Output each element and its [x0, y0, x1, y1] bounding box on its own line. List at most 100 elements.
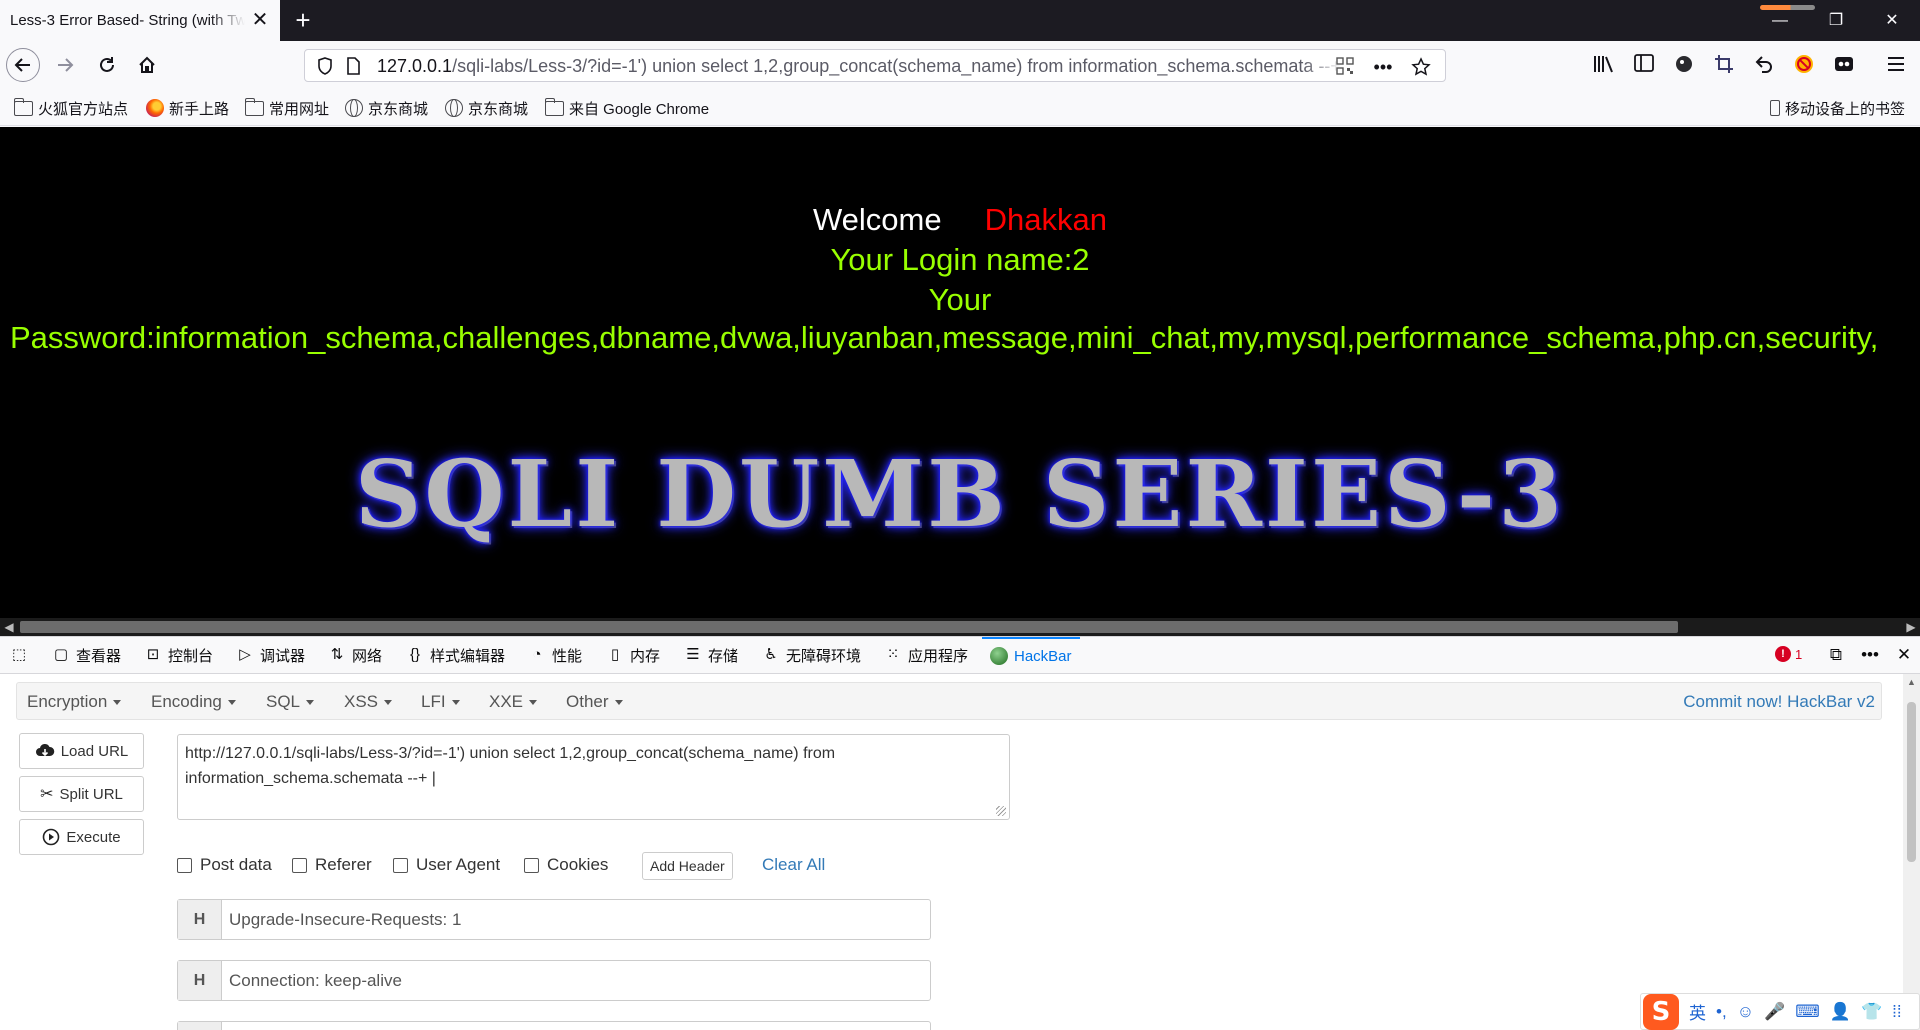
menu-other[interactable]: Other — [566, 692, 623, 712]
menu-xxe[interactable]: XXE — [489, 692, 538, 712]
sogou-logo-icon[interactable]: S — [1643, 993, 1679, 1030]
menu-sql[interactable]: SQL — [266, 692, 315, 712]
storage-icon: ☰ — [686, 646, 700, 663]
element-picker-icon[interactable]: ⬚ — [10, 646, 28, 664]
scrollbar-thumb[interactable] — [1907, 702, 1916, 862]
block-extension-icon[interactable] — [1792, 54, 1816, 78]
clear-all-link[interactable]: Clear All — [762, 855, 825, 875]
undo-icon[interactable] — [1752, 54, 1776, 78]
commit-link[interactable]: Commit now! HackBar v2 — [1683, 692, 1875, 712]
url-textarea[interactable]: http://127.0.0.1/sqli-labs/Less-3/?id=-1… — [177, 734, 1010, 820]
checkbox-box[interactable] — [292, 857, 307, 873]
menu-encryption[interactable]: Encryption — [27, 692, 122, 712]
page-info-icon[interactable] — [343, 57, 363, 77]
split-url-button[interactable]: ✂ Split URL — [19, 776, 144, 812]
skin-icon[interactable]: 👕 — [1861, 1002, 1882, 1022]
punctuation-icon[interactable]: •, — [1716, 1002, 1727, 1022]
load-url-button[interactable]: Load URL — [19, 733, 144, 769]
header-prefix: H — [178, 961, 222, 1000]
title-bar: Less-3 Error Based- String (with Twist) … — [0, 0, 1920, 41]
tab-memory[interactable]: ▯ 内存 — [606, 637, 660, 673]
tracking-shield-icon[interactable] — [315, 57, 335, 77]
page-actions-icon[interactable]: ••• — [1373, 57, 1393, 77]
new-tab-button[interactable]: + — [288, 6, 318, 36]
inspector-icon: ▢ — [53, 646, 69, 663]
app-menu-icon[interactable] — [1884, 54, 1908, 78]
tab-performance[interactable]: ◔ 性能 — [528, 637, 582, 673]
bookmark-item[interactable]: 来自 Google Chrome — [545, 97, 709, 118]
restore-button[interactable]: ❐ — [1808, 0, 1864, 41]
bookmark-item[interactable]: 京东商城 — [445, 98, 528, 118]
resize-grip-icon[interactable] — [996, 806, 1006, 816]
extension-ghost-icon[interactable] — [1672, 54, 1696, 78]
tab-inspector[interactable]: ▢ 查看器 — [52, 637, 121, 673]
bookmark-item[interactable]: 京东商城 — [345, 98, 428, 118]
post-data-checkbox[interactable]: Post data — [177, 855, 272, 875]
user-icon[interactable]: 👤 — [1830, 1002, 1851, 1022]
bookmark-item[interactable]: 常用网址 — [245, 97, 330, 118]
scissors-icon: ✂ — [40, 786, 54, 803]
tab-console[interactable]: ⊡ 控制台 — [144, 637, 213, 673]
url-bar[interactable]: 127.0.0.1/sqli-labs/Less-3/?id=-1') unio… — [304, 49, 1446, 82]
menu-lfi[interactable]: LFI — [421, 692, 460, 712]
dock-toggle-icon[interactable]: ⧉ — [1826, 645, 1846, 665]
minimize-button[interactable]: — — [1752, 0, 1808, 41]
browser-tab[interactable]: Less-3 Error Based- String (with Twist) … — [0, 0, 280, 41]
tab-label: 样式编辑器 — [430, 647, 506, 665]
bookmark-item[interactable]: 火狐官方站点 — [14, 97, 129, 118]
keyboard-icon[interactable]: ⌨ — [1795, 1002, 1820, 1022]
menu-xss[interactable]: XSS — [344, 692, 393, 712]
checkbox-box[interactable] — [524, 857, 539, 873]
tab-debugger[interactable]: ▷ 调试器 — [236, 637, 305, 673]
reload-button[interactable] — [90, 48, 124, 82]
checkbox-box[interactable] — [393, 857, 408, 873]
back-button[interactable] — [6, 48, 40, 82]
bookmark-label: 常用网址 — [269, 100, 330, 118]
reload-icon — [100, 57, 114, 72]
scroll-right-icon[interactable]: ▶ — [1902, 618, 1920, 636]
scroll-left-icon[interactable]: ◀ — [0, 618, 18, 636]
error-count-badge[interactable]: ! 1 — [1775, 646, 1802, 662]
extension-mask-icon[interactable] — [1832, 54, 1856, 78]
bookmark-label: 火狐官方站点 — [38, 100, 129, 118]
header-input[interactable]: Upgrade-Insecure-Requests: 1 — [222, 900, 930, 939]
scrollbar-thumb[interactable] — [20, 621, 1678, 633]
library-icon[interactable] — [1592, 54, 1616, 78]
user-agent-checkbox[interactable]: User Agent — [393, 855, 500, 875]
bookmark-star-icon[interactable] — [1411, 57, 1431, 77]
microphone-icon[interactable]: 🎤 — [1764, 1002, 1785, 1022]
devtools-close-icon[interactable]: ✕ — [1894, 645, 1914, 665]
url-text[interactable]: 127.0.0.1/sqli-labs/Less-3/?id=-1') unio… — [377, 56, 1342, 77]
emoji-icon[interactable]: ☺ — [1737, 1002, 1754, 1022]
tab-accessibility[interactable]: ♿ 无障碍环境 — [762, 637, 861, 673]
cookies-checkbox[interactable]: Cookies — [524, 855, 608, 875]
tab-hackbar[interactable]: HackBar — [982, 637, 1080, 673]
globe-icon — [445, 99, 463, 117]
tab-storage[interactable]: ☰ 存储 — [684, 637, 738, 673]
screenshot-crop-icon[interactable] — [1712, 54, 1736, 78]
scroll-up-icon[interactable]: ▲ — [1903, 674, 1920, 690]
devtools-menu-icon[interactable]: ••• — [1860, 645, 1880, 665]
tab-network[interactable]: ⇅ 网络 — [328, 637, 382, 673]
window-close-button[interactable]: ✕ — [1864, 0, 1920, 41]
referer-checkbox[interactable]: Referer — [292, 855, 372, 875]
checkbox-box[interactable] — [177, 857, 192, 873]
tab-application[interactable]: ⁙ 应用程序 — [884, 637, 968, 673]
menu-encoding[interactable]: Encoding — [151, 692, 236, 712]
execute-button[interactable]: Execute — [19, 819, 144, 855]
your-label: Your — [928, 282, 992, 317]
tab-close-icon[interactable]: ✕ — [250, 10, 270, 30]
ime-language[interactable]: 英 — [1689, 999, 1706, 1024]
toolbox-icon[interactable]: ⁞⁞ — [1892, 1002, 1901, 1022]
page-horizontal-scrollbar[interactable]: ◀ ▶ — [0, 618, 1920, 636]
qr-code-icon[interactable] — [1335, 57, 1355, 77]
bookmark-item[interactable]: 新手上路 — [146, 98, 229, 118]
home-button[interactable] — [130, 48, 164, 82]
panel-vertical-scrollbar[interactable]: ▲ — [1903, 674, 1920, 1030]
mobile-bookmarks[interactable]: 移动设备上的书签 — [1770, 98, 1905, 118]
forward-button[interactable] — [48, 48, 82, 82]
add-header-button[interactable]: Add Header — [642, 852, 733, 880]
tab-style-editor[interactable]: {} 样式编辑器 — [406, 637, 505, 673]
header-input[interactable]: Connection: keep-alive — [222, 961, 930, 1000]
sidebar-icon[interactable] — [1632, 54, 1656, 78]
